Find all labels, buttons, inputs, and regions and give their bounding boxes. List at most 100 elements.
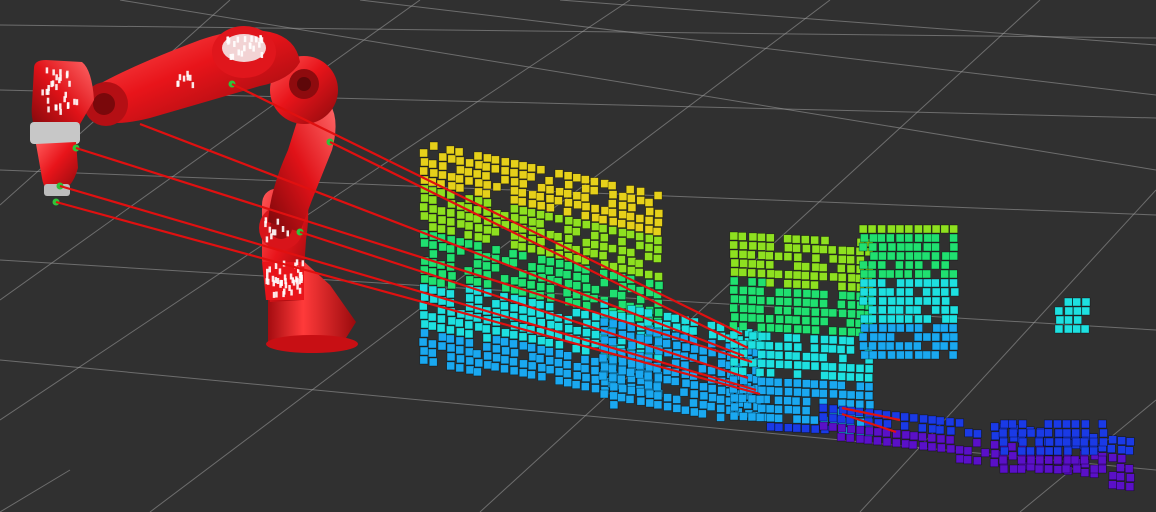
voxel xyxy=(904,287,914,297)
voxel xyxy=(572,308,581,318)
voxel xyxy=(474,322,484,332)
voxel xyxy=(654,308,664,317)
voxel xyxy=(518,179,528,189)
voxel xyxy=(1107,444,1116,454)
voxel xyxy=(518,305,528,315)
voxel xyxy=(1070,455,1080,465)
voxel xyxy=(729,303,739,313)
voxel xyxy=(518,170,528,180)
voxel xyxy=(554,358,563,368)
voxel xyxy=(882,437,892,447)
voxel xyxy=(591,330,600,339)
voxel xyxy=(436,278,446,288)
voxel xyxy=(836,345,846,354)
decal-mark xyxy=(249,43,252,50)
voxel xyxy=(463,167,473,177)
voxel xyxy=(474,295,483,305)
voxel xyxy=(783,252,793,261)
decal-mark xyxy=(283,288,286,295)
voxel xyxy=(1071,428,1080,438)
voxel xyxy=(846,345,855,355)
voxel xyxy=(878,314,887,324)
voxel xyxy=(775,296,784,306)
voxel xyxy=(774,287,784,297)
voxel xyxy=(921,251,931,261)
voxel xyxy=(846,246,855,256)
voxel xyxy=(663,312,672,321)
voxel xyxy=(509,339,518,349)
voxel xyxy=(729,285,739,295)
voxel xyxy=(688,326,698,336)
voxel xyxy=(837,372,846,381)
voxel xyxy=(809,334,819,344)
voxel xyxy=(765,233,775,243)
voxel xyxy=(483,198,492,208)
voxel xyxy=(527,262,537,272)
voxel xyxy=(564,261,573,271)
voxel xyxy=(518,161,528,171)
voxel xyxy=(747,394,757,404)
voxel xyxy=(945,435,955,445)
scene-canvas[interactable] xyxy=(0,0,1156,512)
voxel xyxy=(653,191,663,200)
decal-mark xyxy=(177,80,180,87)
voxel xyxy=(775,359,784,369)
voxel xyxy=(922,224,932,234)
voxel xyxy=(828,413,838,423)
voxel xyxy=(600,362,610,372)
voxel xyxy=(858,224,868,234)
robot-wrist-band xyxy=(30,122,80,144)
voxel xyxy=(820,362,830,371)
voxel xyxy=(626,368,635,377)
voxel xyxy=(774,323,784,333)
voxel xyxy=(474,178,484,188)
decal-mark xyxy=(292,279,296,286)
voxel xyxy=(572,272,582,282)
voxel xyxy=(747,259,757,269)
voxel xyxy=(456,210,466,220)
voxel xyxy=(598,371,608,381)
voxel xyxy=(636,187,645,196)
voxel xyxy=(858,296,868,306)
decal-mark xyxy=(186,74,190,81)
voxel xyxy=(599,278,609,287)
voxel xyxy=(932,323,942,333)
voxel xyxy=(482,342,492,352)
voxel xyxy=(464,329,474,339)
voxel xyxy=(820,344,830,353)
voxel xyxy=(1080,468,1090,478)
voxel xyxy=(784,270,793,280)
voxel xyxy=(527,334,537,344)
voxel xyxy=(729,231,739,241)
voxel xyxy=(810,424,820,434)
grid-line xyxy=(559,0,1156,46)
voxel xyxy=(481,324,491,334)
voxel xyxy=(626,221,636,230)
voxel xyxy=(554,367,564,377)
voxel xyxy=(837,423,847,433)
voxel xyxy=(904,296,914,306)
voxel xyxy=(509,366,519,376)
voxel xyxy=(1026,455,1036,465)
voxel xyxy=(837,300,846,309)
voxel xyxy=(914,278,924,288)
voxel xyxy=(518,215,528,225)
voxel xyxy=(936,434,946,444)
voxel xyxy=(617,219,627,228)
decal-mark xyxy=(279,281,282,288)
3d-viewport[interactable] xyxy=(0,0,1156,512)
voxel xyxy=(800,235,810,244)
voxel xyxy=(464,320,474,330)
voxel xyxy=(747,340,757,350)
voxel xyxy=(500,166,510,176)
voxel xyxy=(878,251,887,261)
voxel xyxy=(855,390,865,400)
voxel xyxy=(896,278,905,288)
decal-mark xyxy=(58,77,61,84)
voxel xyxy=(1116,481,1125,491)
voxel xyxy=(654,209,664,218)
voxel xyxy=(572,191,582,200)
voxel xyxy=(811,253,821,263)
voxel xyxy=(545,194,555,203)
voxel xyxy=(563,225,573,234)
